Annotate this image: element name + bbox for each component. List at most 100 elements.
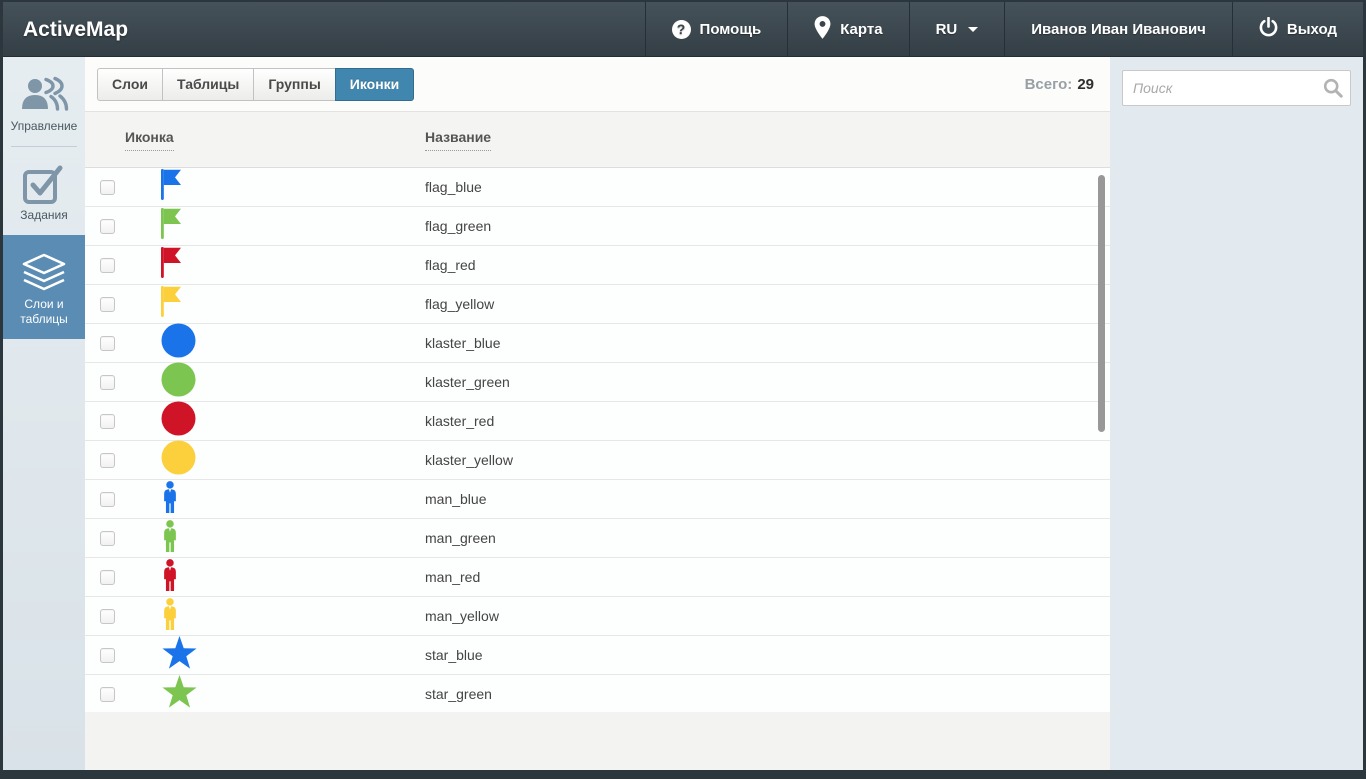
- table-row[interactable]: flag_yellow: [85, 285, 1110, 324]
- table-row[interactable]: star_green: [85, 675, 1110, 712]
- app-window: ActiveMap ? Помощь Карта RU Иванов Иван …: [3, 2, 1363, 770]
- row-name: flag_green: [425, 218, 1110, 234]
- checkbox-cell: [85, 609, 141, 624]
- total-value: 29: [1077, 76, 1094, 93]
- row-checkbox[interactable]: [100, 375, 115, 390]
- checkbox-cell: [85, 297, 141, 312]
- klaster_green-icon: [161, 362, 196, 402]
- icon-cell: [141, 674, 425, 712]
- checkbox-cell: [85, 375, 141, 390]
- sidebar-item-label: Задания: [20, 208, 67, 223]
- table-body: flag_blueflag_greenflag_redflag_yellowkl…: [85, 168, 1110, 712]
- row-checkbox[interactable]: [100, 258, 115, 273]
- row-checkbox[interactable]: [100, 687, 115, 702]
- row-checkbox[interactable]: [100, 219, 115, 234]
- star_green-icon: [161, 674, 198, 712]
- klaster_blue-icon: [161, 323, 196, 363]
- icon-cell: [141, 362, 425, 402]
- help-button[interactable]: ? Помощь: [645, 2, 788, 56]
- klaster_yellow-icon: [161, 440, 196, 480]
- scrollbar-thumb[interactable]: [1098, 175, 1105, 432]
- sidebar-item-layers[interactable]: Слои и таблицы: [3, 235, 85, 339]
- checkbox-cell: [85, 453, 141, 468]
- app-logo: ActiveMap: [3, 2, 128, 56]
- man_red-icon: [161, 559, 179, 596]
- row-checkbox[interactable]: [100, 609, 115, 624]
- main-footer: [85, 712, 1110, 770]
- checkbox-cell: [85, 414, 141, 429]
- row-checkbox[interactable]: [100, 336, 115, 351]
- table-row[interactable]: flag_green: [85, 207, 1110, 246]
- row-checkbox[interactable]: [100, 297, 115, 312]
- tab-layers[interactable]: Слои: [97, 68, 163, 101]
- row-checkbox[interactable]: [100, 492, 115, 507]
- logout-button[interactable]: Выход: [1232, 2, 1363, 56]
- icon-cell: [141, 481, 425, 518]
- sidebar-item-tasks[interactable]: Задания: [3, 146, 85, 235]
- flag_blue-icon: [161, 169, 182, 205]
- icon-cell: [141, 440, 425, 480]
- sidebar-item-management[interactable]: Управление: [3, 57, 85, 146]
- layers-icon: [6, 249, 82, 293]
- table-row[interactable]: klaster_blue: [85, 324, 1110, 363]
- table-row[interactable]: man_green: [85, 519, 1110, 558]
- table-row[interactable]: klaster_yellow: [85, 441, 1110, 480]
- table-row[interactable]: man_yellow: [85, 597, 1110, 636]
- table-row[interactable]: flag_blue: [85, 168, 1110, 207]
- row-name: klaster_yellow: [425, 452, 1110, 468]
- star_blue-icon: [161, 635, 198, 675]
- search-input[interactable]: [1122, 70, 1351, 106]
- search-panel: [1110, 57, 1363, 770]
- tab-group: Слои Таблицы Группы Иконки: [97, 68, 414, 101]
- row-checkbox[interactable]: [100, 648, 115, 663]
- sidebar-item-label: Слои и таблицы: [6, 297, 82, 327]
- row-name: flag_red: [425, 257, 1110, 273]
- row-checkbox[interactable]: [100, 453, 115, 468]
- table-row[interactable]: flag_red: [85, 246, 1110, 285]
- logout-label: Выход: [1287, 21, 1337, 38]
- checkbox-cell: [85, 570, 141, 585]
- tab-icons[interactable]: Иконки: [335, 68, 415, 101]
- table-row[interactable]: star_blue: [85, 636, 1110, 675]
- icon-cell: [141, 635, 425, 675]
- map-pin-icon: [814, 16, 831, 43]
- icon-cell: [141, 169, 425, 205]
- checkbox-cell: [85, 531, 141, 546]
- row-checkbox[interactable]: [100, 531, 115, 546]
- column-header-name[interactable]: Название: [425, 129, 491, 151]
- checkbox-cell: [85, 492, 141, 507]
- checkbox-cell: [85, 687, 141, 702]
- table-row[interactable]: klaster_red: [85, 402, 1110, 441]
- map-button[interactable]: Карта: [787, 2, 908, 56]
- map-label: Карта: [840, 21, 882, 38]
- icon-cell: [141, 286, 425, 322]
- top-nav: ? Помощь Карта RU Иванов Иван Иванович: [645, 2, 1363, 56]
- row-name: man_red: [425, 569, 1110, 585]
- icon-cell: [141, 247, 425, 283]
- flag_green-icon: [161, 208, 182, 244]
- man_green-icon: [161, 520, 179, 557]
- column-header-icon[interactable]: Иконка: [125, 129, 174, 151]
- row-checkbox[interactable]: [100, 570, 115, 585]
- row-name: star_green: [425, 686, 1110, 702]
- row-checkbox[interactable]: [100, 414, 115, 429]
- row-name: klaster_red: [425, 413, 1110, 429]
- checkbox-cell: [85, 219, 141, 234]
- user-menu[interactable]: Иванов Иван Иванович: [1004, 2, 1232, 56]
- table-row[interactable]: klaster_green: [85, 363, 1110, 402]
- table-row[interactable]: man_red: [85, 558, 1110, 597]
- user-name: Иванов Иван Иванович: [1031, 21, 1206, 38]
- tab-tables[interactable]: Таблицы: [162, 68, 254, 101]
- row-checkbox[interactable]: [100, 180, 115, 195]
- icon-cell: [141, 520, 425, 557]
- checkbox-cell: [85, 258, 141, 273]
- power-icon: [1259, 17, 1278, 42]
- top-header: ActiveMap ? Помощь Карта RU Иванов Иван …: [3, 2, 1363, 57]
- toolbar: Слои Таблицы Группы Иконки Всего:29: [85, 57, 1110, 112]
- row-name: man_yellow: [425, 608, 1110, 624]
- icon-cell: [141, 323, 425, 363]
- tab-groups[interactable]: Группы: [253, 68, 335, 101]
- flag_yellow-icon: [161, 286, 182, 322]
- table-row[interactable]: man_blue: [85, 480, 1110, 519]
- language-dropdown[interactable]: RU: [909, 2, 1005, 56]
